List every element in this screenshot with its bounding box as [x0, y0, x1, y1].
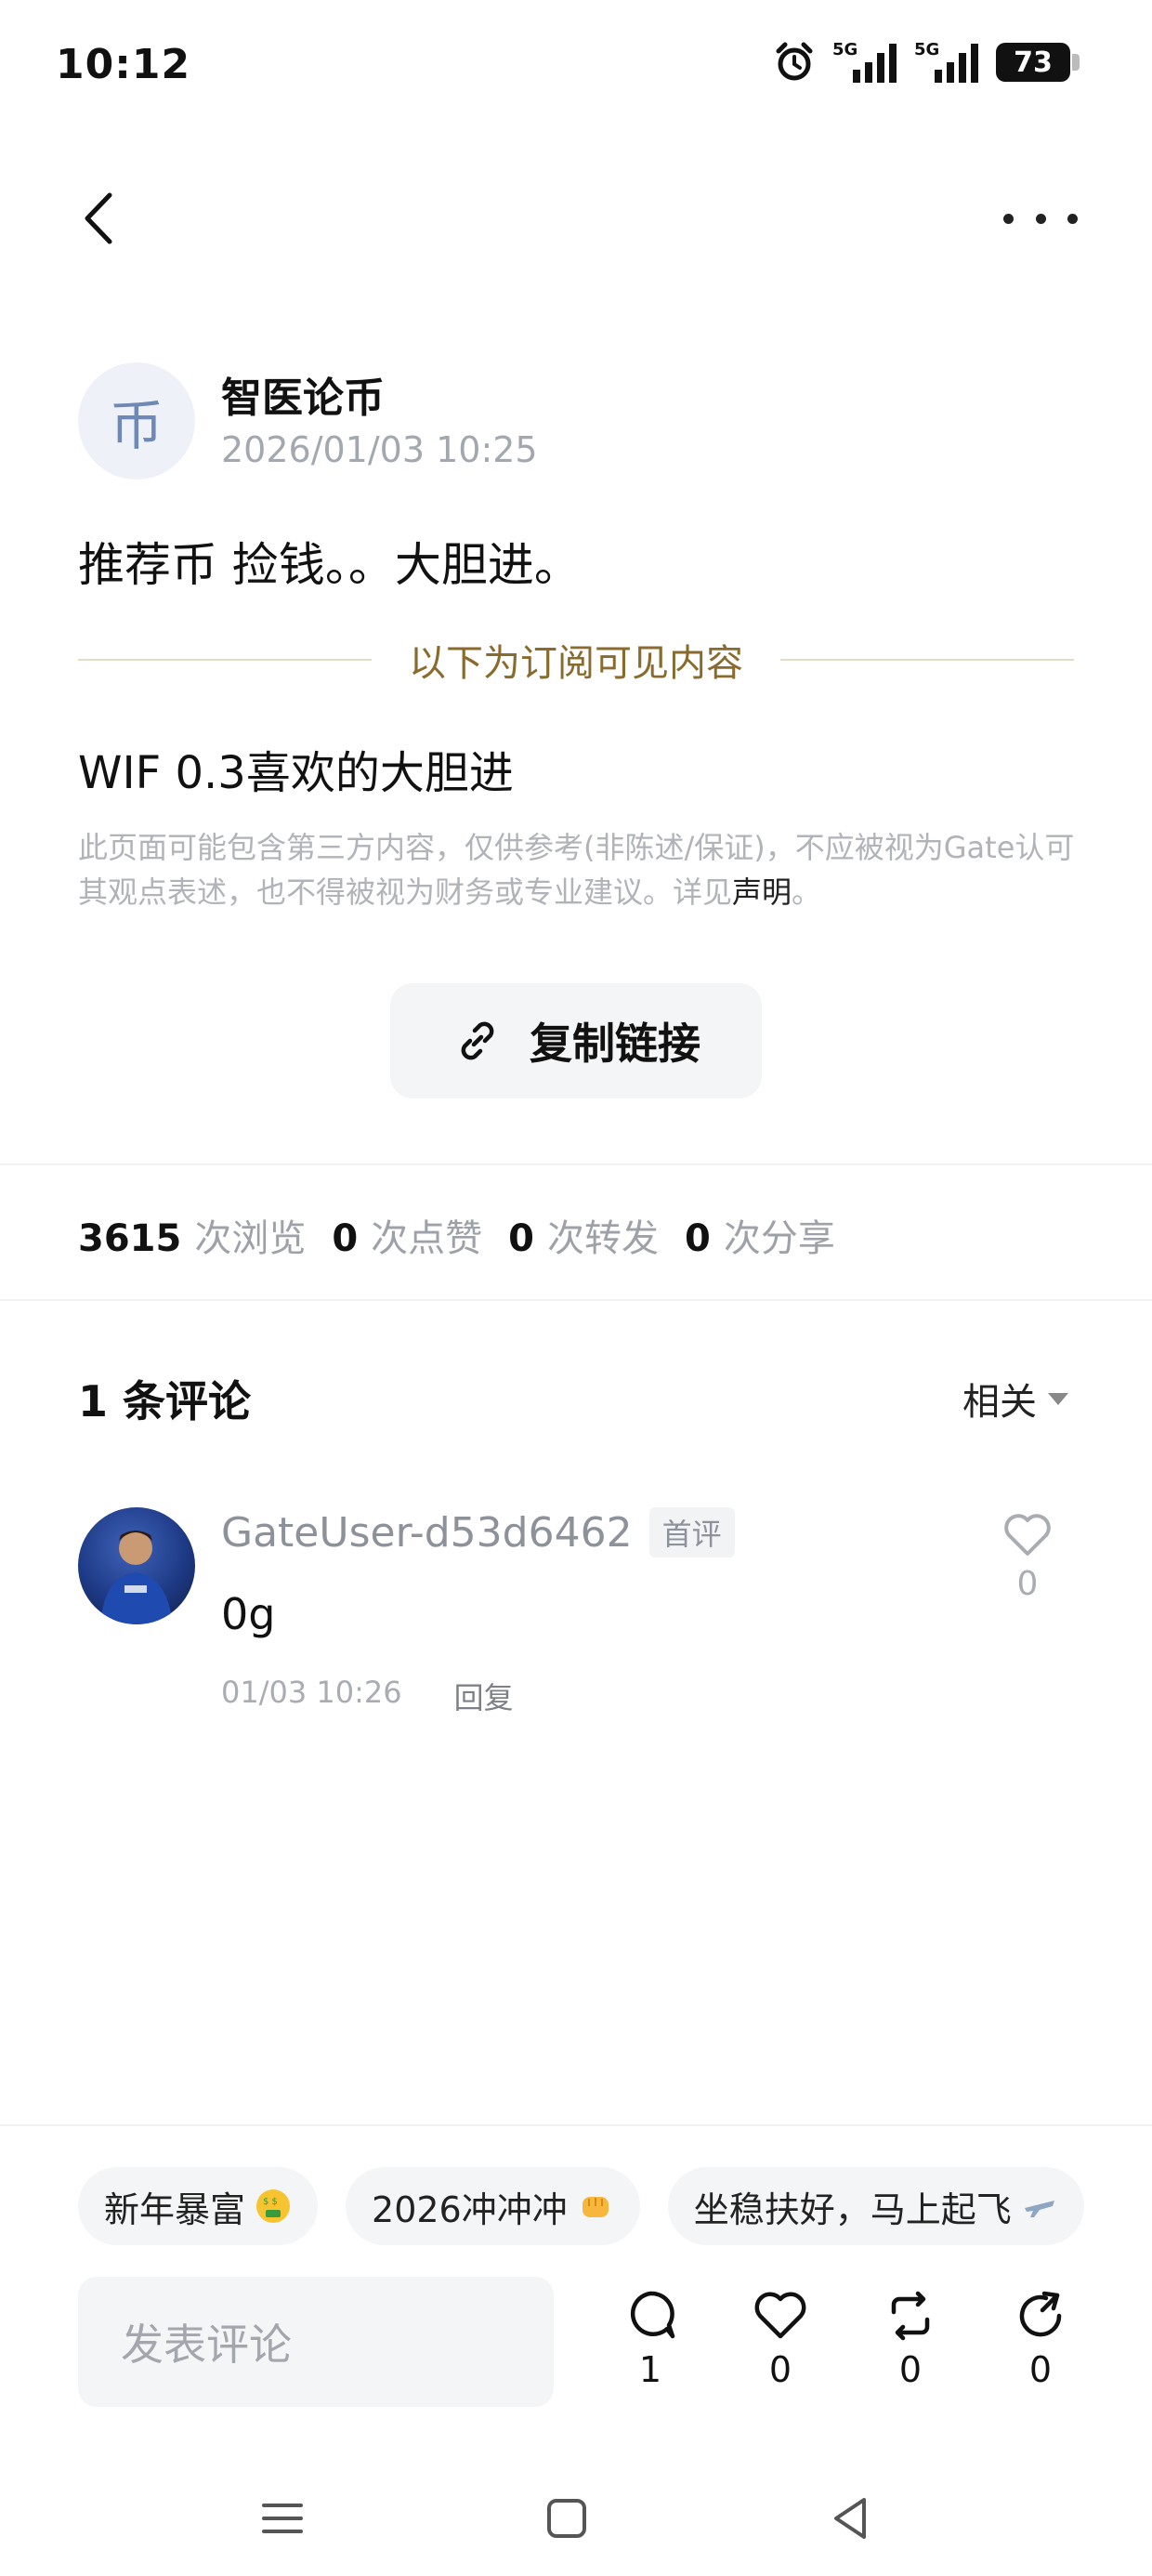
- bottom-divider: [0, 2124, 1152, 2126]
- airplane-icon: [1024, 2201, 1054, 2217]
- section-divider: [0, 1299, 1152, 1301]
- chevron-left-icon: [85, 192, 112, 244]
- heart-icon: [754, 2292, 806, 2339]
- system-navigation-bar: [0, 2463, 1152, 2576]
- home-square-icon: [547, 2499, 586, 2538]
- comment-like-button[interactable]: 0: [1000, 1511, 1055, 1603]
- caret-down-icon: [1048, 1392, 1068, 1405]
- home-nav-button[interactable]: [539, 2491, 595, 2546]
- disclaimer-statement-link[interactable]: 声明: [732, 874, 792, 910]
- reply-button[interactable]: 回复: [454, 1675, 514, 1717]
- comment-like-count: 0: [1016, 1565, 1039, 1603]
- disclaimer: 此页面可能包含第三方内容，仅供参考(非陈述/保证)，不应被视为Gate认可其观点…: [78, 825, 1081, 914]
- comments-title: 1 条评论: [78, 1376, 252, 1426]
- subscriber-content: WIF 0.3喜欢的大胆进: [78, 747, 514, 799]
- heart-icon: [1004, 1514, 1051, 1556]
- author-name[interactable]: 智医论币: [221, 364, 385, 424]
- signal-5g-1-icon: 5G: [832, 40, 897, 83]
- comment-text: 0g: [221, 1589, 276, 1639]
- like-count: 0: [768, 2349, 792, 2390]
- comment-input[interactable]: 发表评论: [78, 2277, 554, 2407]
- svg-text:$ $: $ $: [263, 2197, 278, 2207]
- dot-icon: [1003, 213, 1014, 224]
- signal-5g-2-icon: 5G: [914, 40, 979, 83]
- copy-link-label: 复制链接: [530, 1019, 700, 1069]
- menu-icon: [262, 2504, 303, 2533]
- share-count: 0: [1028, 2349, 1053, 2390]
- shares-count: 0: [685, 1217, 711, 1260]
- views-count: 3615: [78, 1217, 182, 1260]
- reposts-count: 0: [508, 1217, 535, 1260]
- divider-line: [780, 659, 1074, 661]
- tag-label: 2026冲冲冲: [372, 2188, 568, 2230]
- reposts-label: 次转发: [547, 1217, 660, 1260]
- post-text: 推荐币 捡钱。。大胆进。: [78, 538, 581, 592]
- like-action-button[interactable]: 0: [743, 2288, 818, 2390]
- sort-label: 相关: [962, 1381, 1037, 1424]
- repost-action-button[interactable]: 0: [873, 2288, 948, 2390]
- link-icon: [461, 1021, 494, 1060]
- tag-label: 坐稳扶好，马上起飞: [693, 2188, 1012, 2230]
- status-bar: 10:12 5G 5G 73: [0, 0, 1152, 139]
- commenter-avatar[interactable]: [78, 1507, 195, 1624]
- money-mouth-face-icon: $ $: [256, 2189, 291, 2223]
- likes-count: 0: [332, 1217, 359, 1260]
- back-nav-button[interactable]: [823, 2491, 879, 2546]
- repost-count: 0: [898, 2349, 923, 2390]
- battery-icon: 73: [996, 43, 1080, 82]
- menu-nav-button[interactable]: [255, 2491, 310, 2546]
- status-icons: 5G 5G 73: [773, 40, 1080, 84]
- comment-action-button[interactable]: 1: [613, 2288, 687, 2390]
- clock: 10:12: [56, 41, 191, 88]
- post-stats: 3615 次浏览 0 次点赞 0 次转发 0 次分享: [78, 1208, 861, 1262]
- quick-reply-tags: 新年暴富 $ $ 2026冲冲冲 坐稳扶好，马上起飞: [78, 2167, 1084, 2245]
- likes-label: 次点赞: [371, 1217, 483, 1260]
- quick-tag[interactable]: 新年暴富 $ $: [78, 2167, 319, 2245]
- author-avatar[interactable]: 币: [78, 362, 195, 480]
- post-timestamp: 2026/01/03 10:25: [221, 429, 538, 470]
- subscription-label: 以下为订阅可见内容: [409, 642, 743, 685]
- first-comment-badge: 首评: [648, 1507, 735, 1557]
- shares-label: 次分享: [723, 1217, 835, 1260]
- back-button[interactable]: [72, 186, 128, 251]
- divider-line: [78, 659, 372, 661]
- comment-username: GateUser-d53d6462: [221, 1508, 633, 1557]
- comment-author[interactable]: GateUser-d53d6462 首评: [221, 1507, 735, 1557]
- comment-count: 1: [638, 2349, 662, 2390]
- subscription-divider: 以下为订阅可见内容: [78, 632, 1074, 688]
- more-options-button[interactable]: [1003, 195, 1078, 242]
- repost-icon: [891, 2291, 930, 2341]
- comment-sort-dropdown[interactable]: 相关: [962, 1372, 1068, 1426]
- fist-icon: [582, 2197, 609, 2217]
- views-label: 次浏览: [194, 1217, 307, 1260]
- dot-icon: [1035, 213, 1046, 224]
- alarm-icon: [776, 42, 813, 81]
- quick-tag[interactable]: 2026冲冲冲: [346, 2167, 640, 2245]
- share-icon: [1019, 2291, 1062, 2337]
- comment-bubble-icon: [630, 2291, 675, 2339]
- tag-label: 新年暴富: [104, 2188, 246, 2230]
- share-action-button[interactable]: 0: [1003, 2288, 1078, 2390]
- copy-link-button[interactable]: 复制链接: [390, 983, 762, 1098]
- quick-tag[interactable]: 坐稳扶好，马上起飞: [667, 2167, 1084, 2245]
- comment-time: 01/03 10:26: [221, 1675, 402, 1710]
- back-triangle-icon: [834, 2498, 866, 2539]
- section-divider: [0, 1163, 1152, 1165]
- disclaimer-end: 。: [792, 874, 822, 910]
- user-photo-icon: [100, 1531, 173, 1624]
- dot-icon: [1067, 213, 1078, 224]
- comment-meta: 01/03 10:26 回复: [221, 1675, 514, 1717]
- disclaimer-text: 此页面可能包含第三方内容，仅供参考(非陈述/保证)，不应被视为Gate认可其观点…: [78, 830, 1075, 910]
